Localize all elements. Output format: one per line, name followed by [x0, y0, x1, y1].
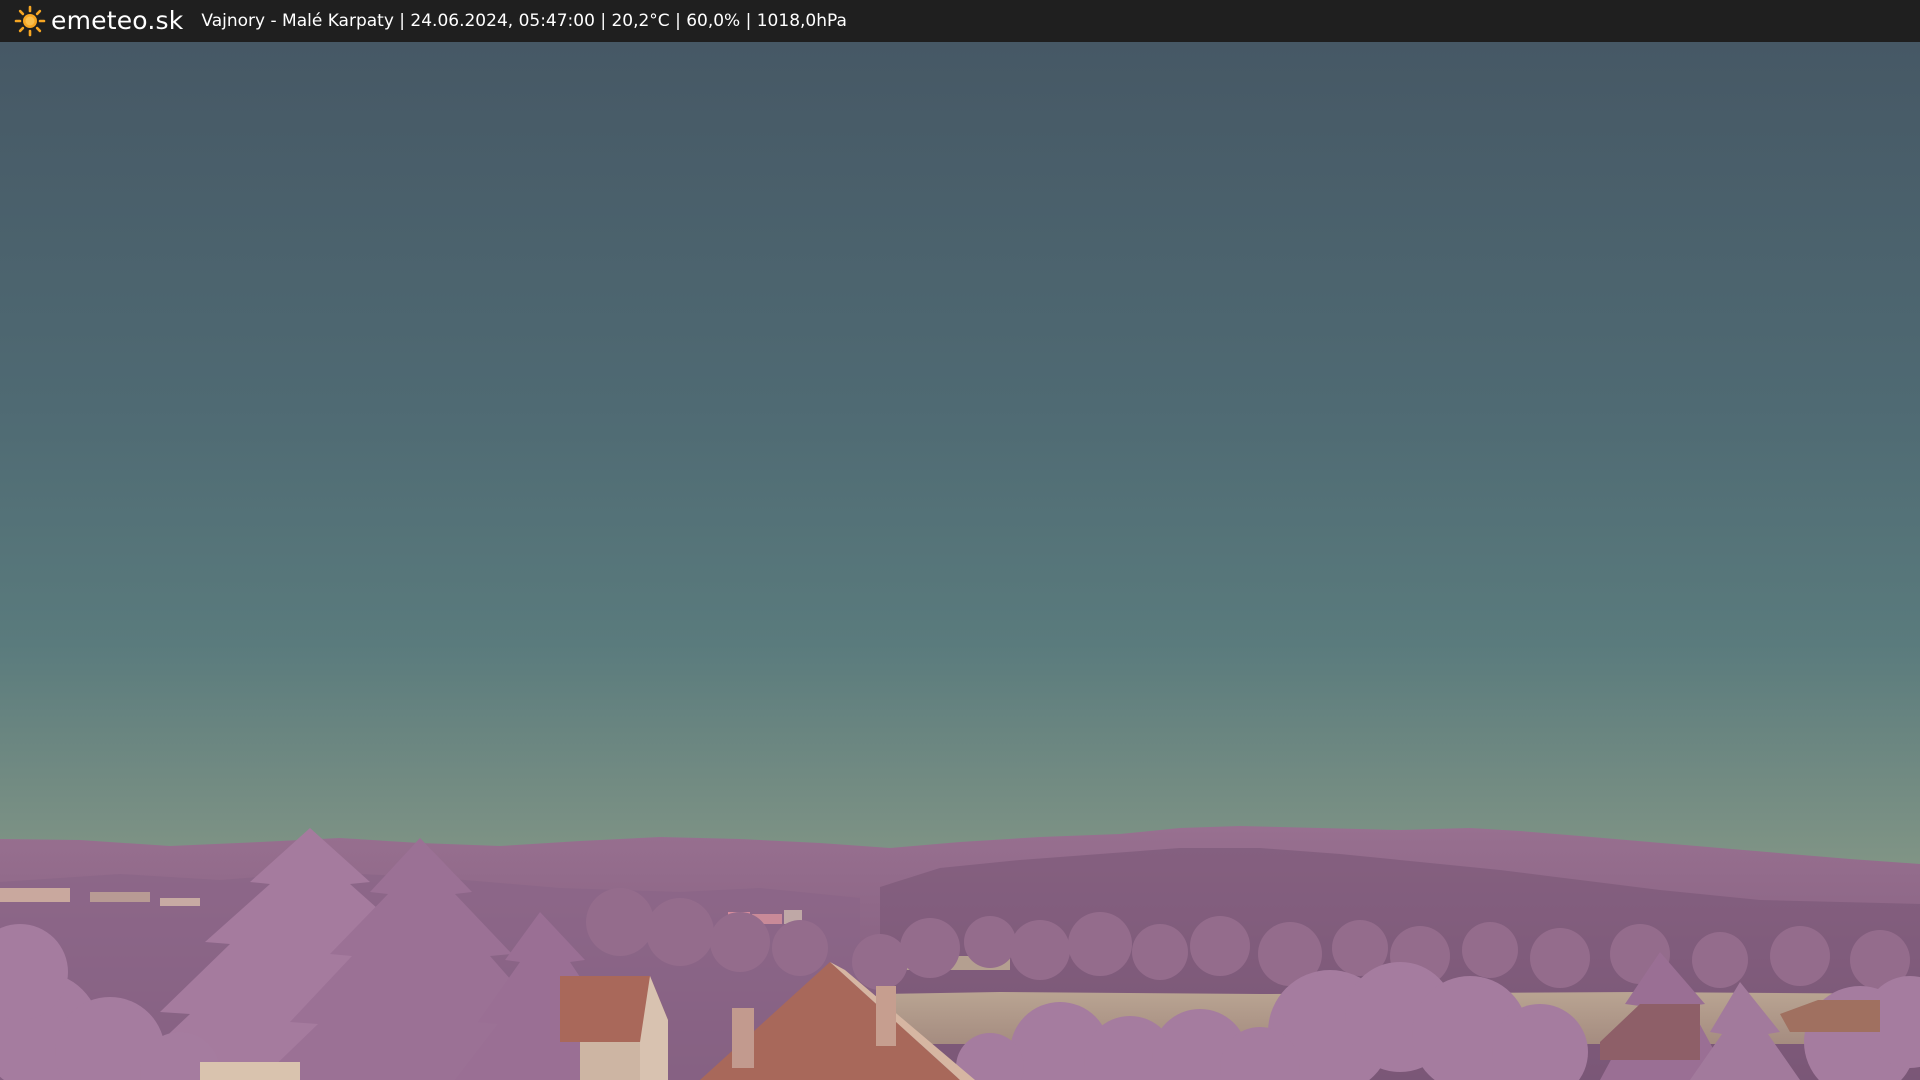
brand[interactable]: emeteo.sk [14, 0, 183, 42]
station-caption: Vajnory - Malé Karpaty | 24.06.2024, 05:… [201, 11, 847, 31]
caption-bar: emeteo.sk Vajnory - Malé Karpaty | 24.06… [0, 0, 1920, 42]
sun-icon [14, 5, 46, 37]
brand-name: emeteo.sk [51, 6, 184, 35]
webcam-image [0, 42, 1920, 1080]
webcam-view: emeteo.sk Vajnory - Malé Karpaty | 24.06… [0, 0, 1920, 1080]
